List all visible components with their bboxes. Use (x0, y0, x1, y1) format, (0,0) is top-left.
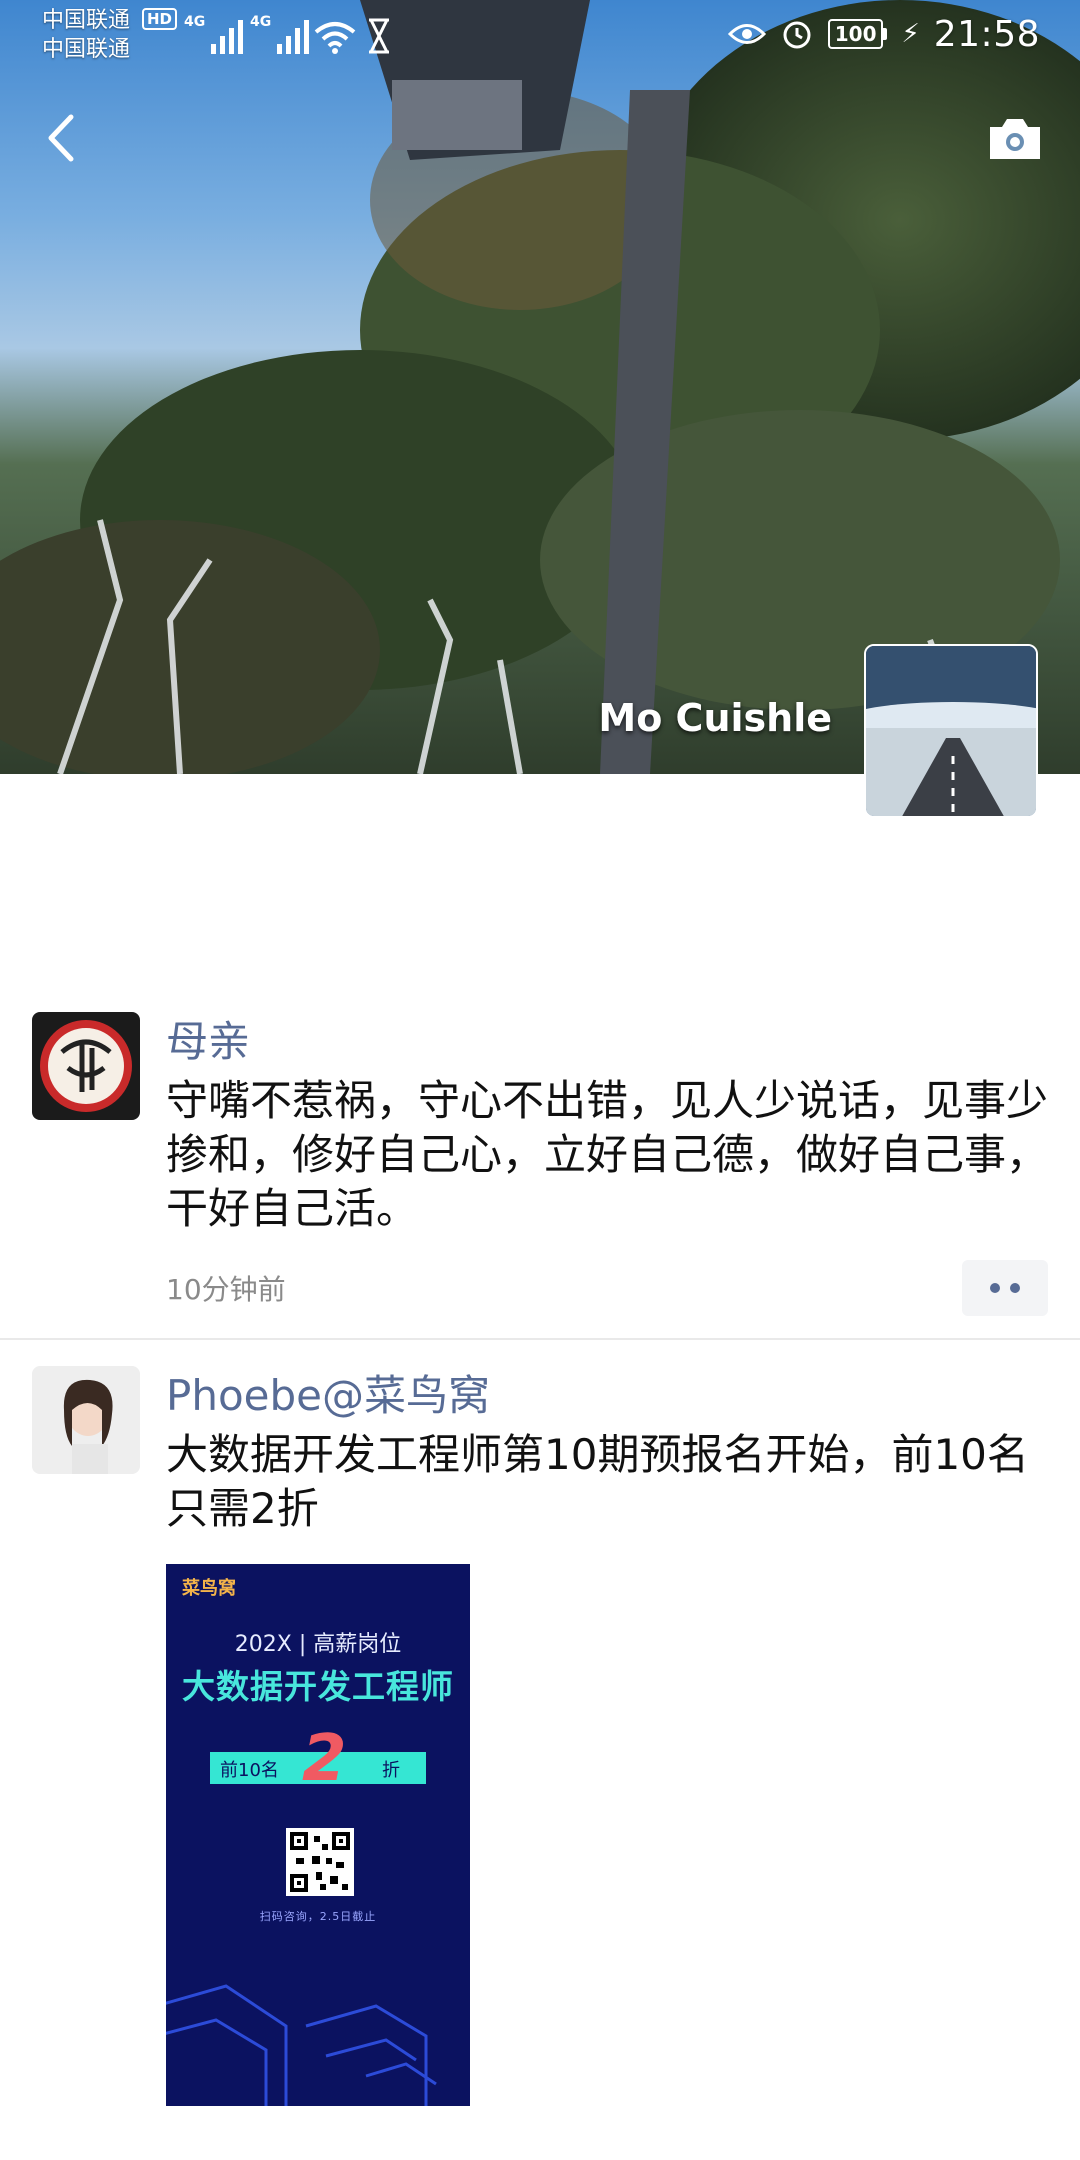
poster-logo: 菜鸟窝 (182, 1578, 236, 1599)
poster-headline: 大数据开发工程师 (182, 1667, 454, 1706)
carrier-labels: 中国联通 中国联通 (42, 6, 130, 64)
post-actions-button[interactable] (962, 1260, 1048, 1316)
post-body: Phoebe@菜鸟窝 大数据开发工程师第10期预报名开始，前10名只需2折 菜鸟… (166, 1366, 1048, 2106)
post-avatar[interactable] (32, 1366, 140, 1474)
camera-icon (990, 119, 1040, 159)
profile-name[interactable]: Mo Cuishle (598, 696, 832, 740)
moments-feed: 母亲 守嘴不惹祸，守心不出错，见人少说话，见事少掺和，修好自己心，立好自己德，做… (0, 1012, 1080, 2106)
post-body: 母亲 守嘴不惹祸，守心不出错，见人少说话，见事少掺和，修好自己心，立好自己德，做… (166, 1012, 1048, 1316)
camera-button[interactable] (980, 104, 1050, 174)
avatar-image (32, 1366, 140, 1474)
charging-icon: ⚡ (901, 19, 920, 49)
back-button[interactable] (30, 108, 90, 168)
post-meta: 10分钟前 (166, 1260, 1048, 1316)
qr-code-icon (290, 1832, 350, 1892)
battery-icon: 100 (827, 19, 888, 49)
alarm-icon (783, 21, 811, 49)
hd-badge: HD (142, 8, 178, 30)
post-image[interactable]: 菜鸟窝 202X | 高薪岗位 大数据开发工程师 前10名 2 折 扫码咨询，2… (166, 1564, 470, 2106)
poster-caption: 扫码咨询，2.5日截止 (259, 1910, 377, 1923)
post-author[interactable]: 母亲 (166, 1012, 1048, 1072)
status-right: 100 ⚡ 21:58 (727, 12, 1040, 56)
profile-avatar[interactable] (864, 644, 1038, 818)
clock: 21:58 (933, 13, 1040, 55)
signal-icon-1: 4G (184, 14, 244, 54)
carrier-2: 中国联通 (42, 37, 131, 62)
signal-icon-2: 4G (250, 14, 310, 54)
poster-decoration (166, 1984, 437, 2106)
poster-offer-number: 2 (302, 1722, 347, 1796)
post-text: 大数据开发工程师第10期预报名开始，前10名只需2折 (166, 1430, 1029, 1533)
post-item: Phoebe@菜鸟窝 大数据开发工程师第10期预报名开始，前10名只需2折 菜鸟… (0, 1366, 1080, 2106)
status-bar: 中国联通 中国联通 HD 4G 4G 100 ⚡ 21:58 (0, 0, 1080, 74)
avatar-image (32, 1012, 140, 1120)
poster-offer-left: 前10名 (220, 1760, 279, 1781)
dot-icon (1010, 1283, 1020, 1293)
poster-subtitle: 202X | 高薪岗位 (234, 1632, 402, 1657)
poster-offer-banner: 前10名 2 折 (210, 1722, 426, 1796)
post-avatar[interactable] (32, 1012, 140, 1120)
post-text: 守嘴不惹祸，守心不出错，见人少说话，见事少掺和，修好自己心，立好自己德，做好自己… (166, 1076, 1049, 1233)
qr-code (286, 1828, 354, 1896)
post-time: 10分钟前 (166, 1273, 286, 1306)
eye-icon (727, 24, 766, 44)
network-type-1: 4G (184, 14, 206, 30)
wifi-icon (314, 22, 356, 54)
battery-level: 100 (827, 19, 884, 49)
divider (0, 1338, 1080, 1340)
network-type-2: 4G (250, 14, 272, 30)
post-item: 母亲 守嘴不惹祸，守心不出错，见人少说话，见事少掺和，修好自己心，立好自己德，做… (0, 1012, 1080, 1316)
hourglass-icon (369, 18, 389, 54)
chevron-left-icon (48, 114, 74, 162)
profile-avatar-image (866, 646, 1036, 816)
carrier-1: 中国联通 (42, 8, 131, 33)
post-author[interactable]: Phoebe@菜鸟窝 (166, 1366, 1048, 1426)
poster-offer-right: 折 (382, 1760, 400, 1781)
dot-icon (990, 1283, 1000, 1293)
